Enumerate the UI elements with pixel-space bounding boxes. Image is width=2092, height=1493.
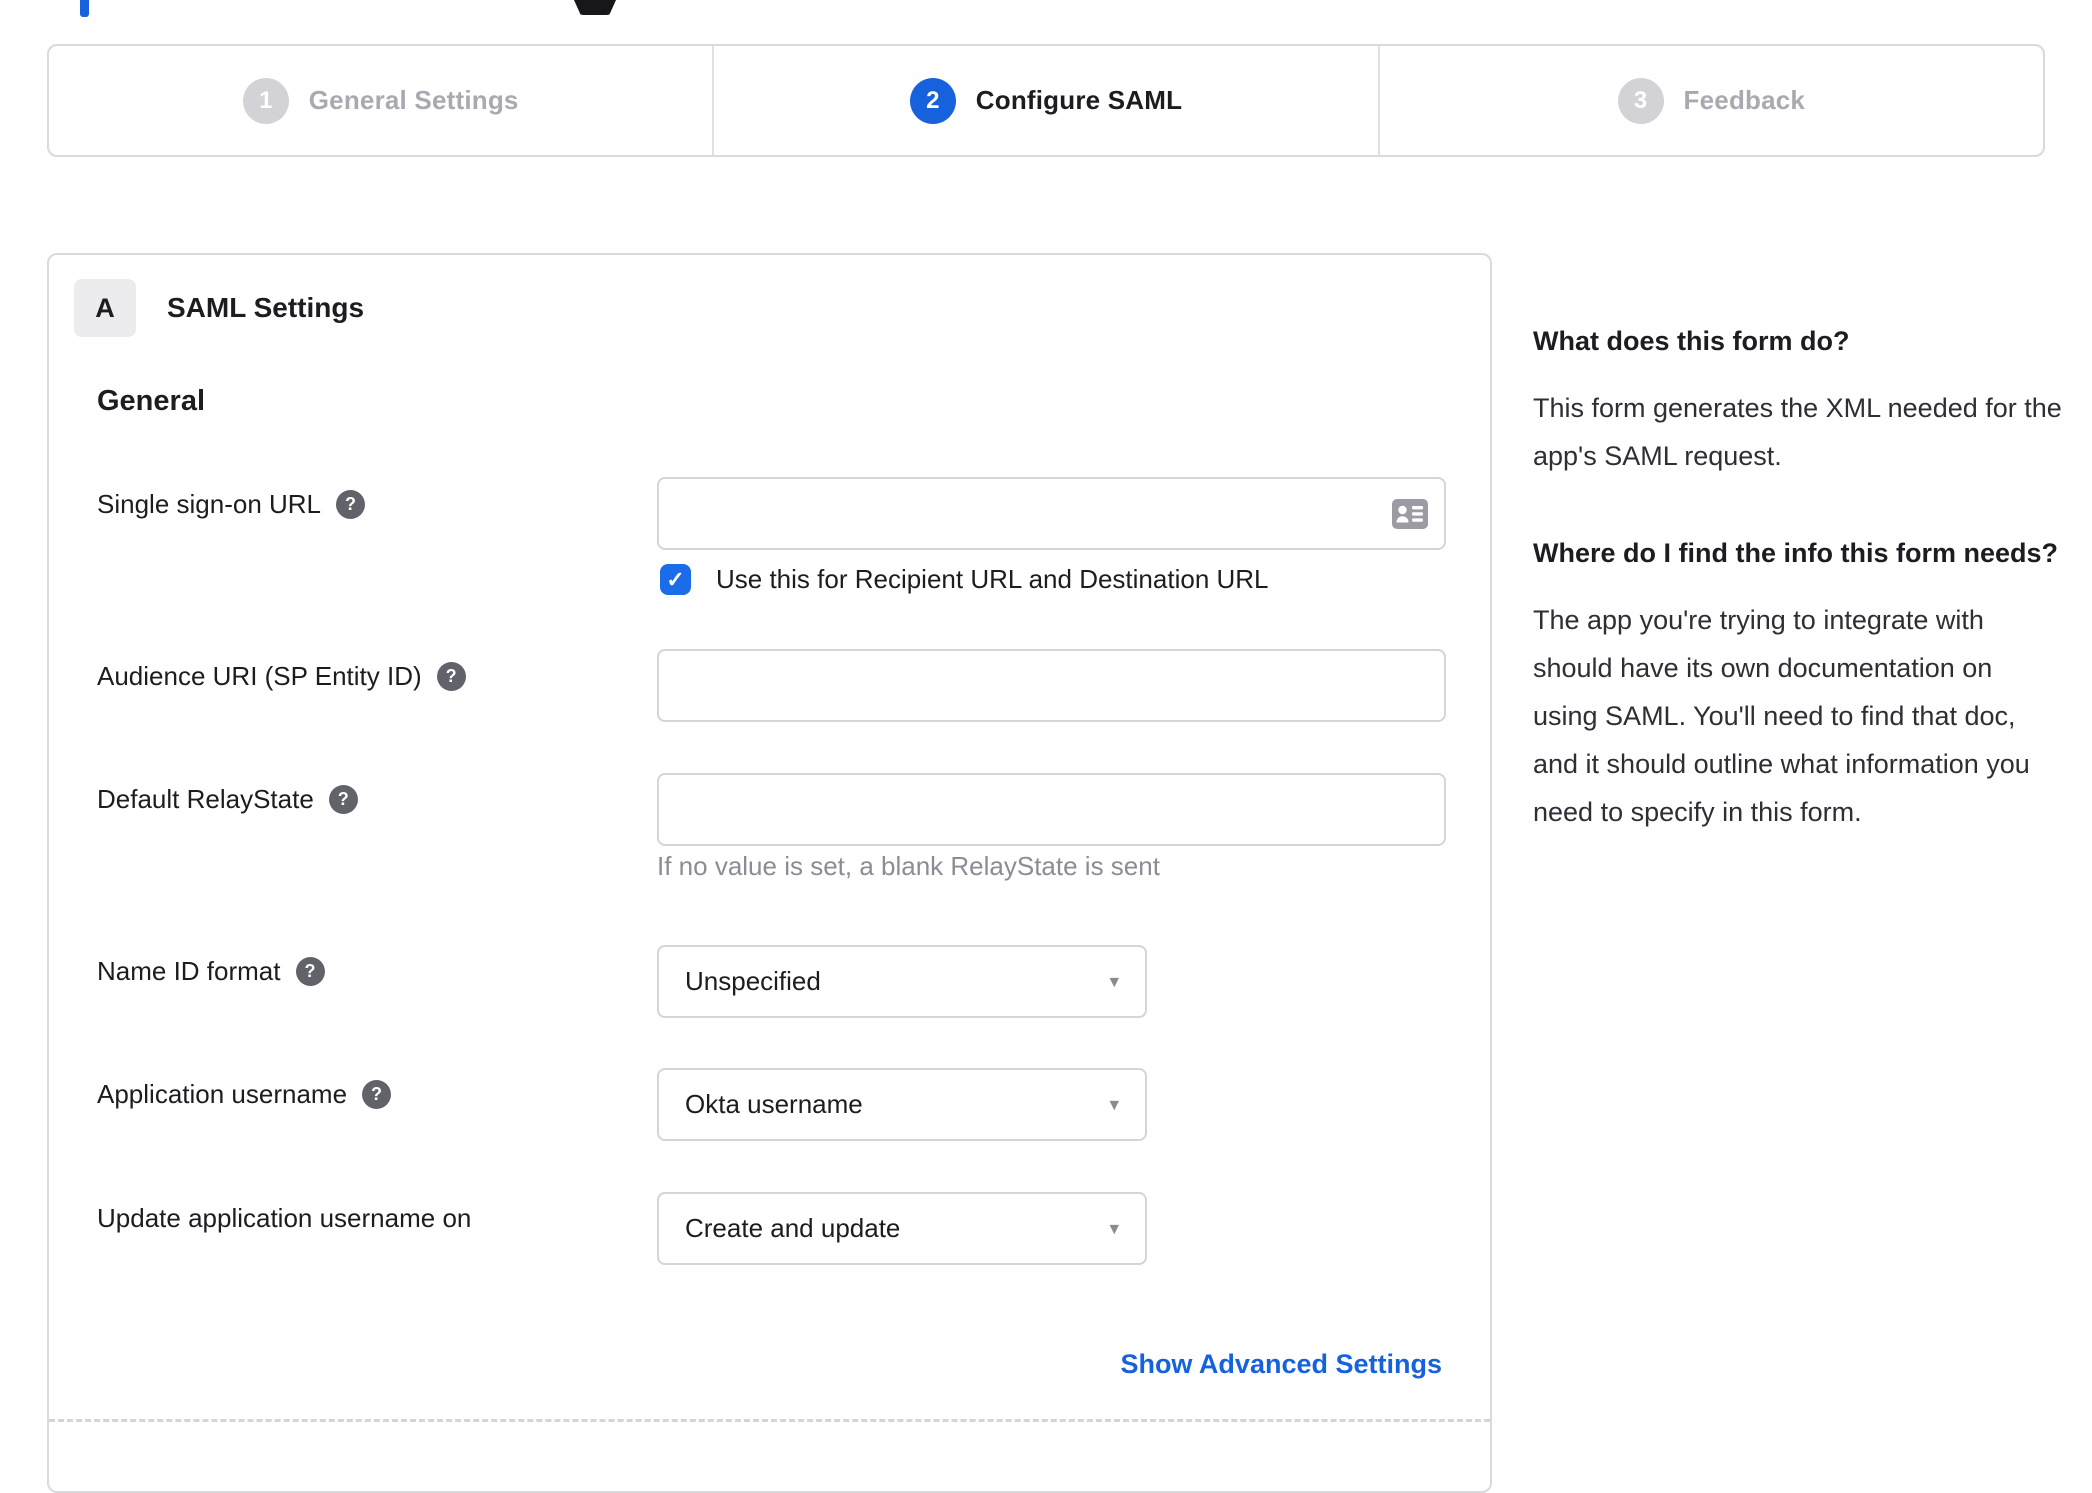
panel-dashed-divider bbox=[49, 1419, 1490, 1422]
section-title: SAML Settings bbox=[167, 292, 365, 323]
chevron-down-icon: ▾ bbox=[1109, 1094, 1119, 1115]
sidebar-body-where: The app you're trying to integrate with … bbox=[1533, 605, 2030, 827]
contact-card-icon[interactable] bbox=[1392, 499, 1428, 529]
name-id-format-label: Name ID format ? bbox=[97, 956, 325, 987]
wizard-stepper: 1 General Settings 2 Configure SAML 3 Fe… bbox=[47, 44, 2045, 157]
step-number-badge: 3 bbox=[1617, 77, 1664, 124]
chevron-down-icon: ▾ bbox=[1109, 971, 1119, 992]
help-icon[interactable]: ? bbox=[328, 785, 358, 814]
saml-settings-panel: A SAML Settings General Single sign-on U… bbox=[47, 253, 1492, 1493]
step-general-settings[interactable]: 1 General Settings bbox=[49, 46, 712, 155]
help-icon[interactable]: ? bbox=[336, 490, 366, 519]
sso-url-label: Single sign-on URL ? bbox=[97, 489, 366, 520]
sso-url-input[interactable] bbox=[657, 477, 1446, 550]
update-username-label: Update application username on bbox=[97, 1203, 472, 1233]
help-icon[interactable]: ? bbox=[436, 662, 466, 691]
relaystate-hint: If no value is set, a blank RelayState i… bbox=[657, 851, 1160, 881]
default-relaystate-input[interactable] bbox=[657, 773, 1446, 846]
default-relaystate-label: Default RelayState ? bbox=[97, 784, 358, 815]
step-number-badge: 2 bbox=[909, 77, 956, 124]
audience-uri-label: Audience URI (SP Entity ID) ? bbox=[97, 661, 466, 692]
section-a-badge: A bbox=[74, 279, 136, 337]
sidebar-heading-where: Where do I find the info this form needs… bbox=[1533, 538, 2058, 568]
step-label: Configure SAML bbox=[975, 85, 1183, 115]
name-id-format-select[interactable]: Unspecified ▾ bbox=[657, 945, 1147, 1018]
step-label: Feedback bbox=[1683, 85, 1806, 115]
chevron-down-icon: ▾ bbox=[1109, 1218, 1119, 1239]
step-feedback[interactable]: 3 Feedback bbox=[1377, 46, 2043, 155]
application-username-select[interactable]: Okta username ▾ bbox=[657, 1068, 1147, 1141]
step-configure-saml[interactable]: 2 Configure SAML bbox=[712, 46, 1377, 155]
app-logo-fragment-icon bbox=[574, 0, 616, 15]
recipient-url-checkbox-row: ✓ Use this for Recipient URL and Destina… bbox=[660, 564, 1269, 595]
recipient-url-checkbox[interactable]: ✓ bbox=[660, 564, 691, 595]
accent-bar-fragment bbox=[80, 0, 89, 17]
help-sidebar: What does this form do? This form genera… bbox=[1533, 318, 2063, 886]
recipient-url-checkbox-label: Use this for Recipient URL and Destinati… bbox=[716, 564, 1269, 594]
step-number-badge: 1 bbox=[242, 77, 289, 124]
update-username-select[interactable]: Create and update ▾ bbox=[657, 1192, 1147, 1265]
sidebar-body-what: This form generates the XML needed for t… bbox=[1533, 393, 2062, 471]
step-label: General Settings bbox=[308, 85, 519, 115]
sidebar-heading-what: What does this form do? bbox=[1533, 326, 1850, 356]
show-advanced-settings-link[interactable]: Show Advanced Settings bbox=[1120, 1349, 1442, 1380]
audience-uri-input[interactable] bbox=[657, 649, 1446, 722]
sso-url-field-wrap bbox=[657, 477, 1446, 550]
general-group-title: General bbox=[97, 385, 205, 417]
help-icon[interactable]: ? bbox=[295, 957, 325, 986]
application-username-label: Application username ? bbox=[97, 1079, 392, 1110]
help-icon[interactable]: ? bbox=[362, 1080, 392, 1109]
